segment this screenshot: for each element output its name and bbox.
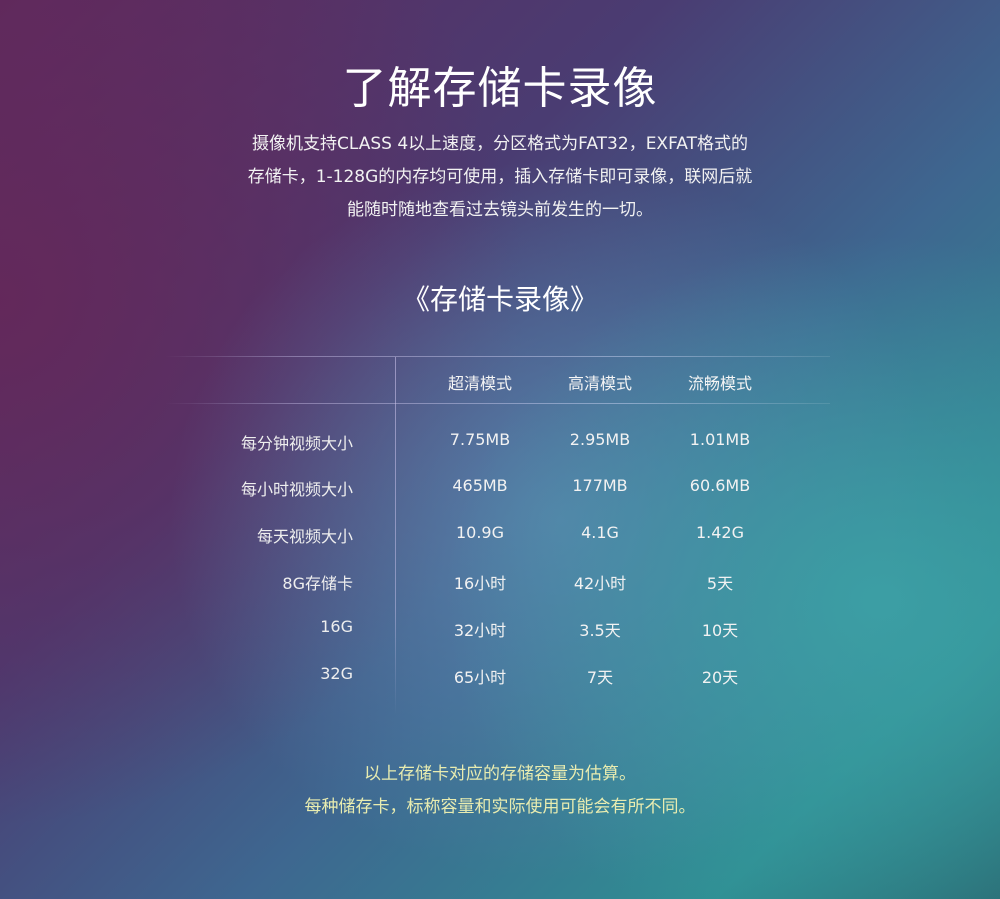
table-cell: 5天 [706, 574, 734, 593]
table-title: 《存储卡录像》 [401, 283, 598, 316]
table-cell: 20天 [701, 668, 739, 687]
table-cell: 465MB [452, 476, 508, 495]
estimate-note: 以上存储卡对应的存储容量为估算。 [364, 764, 636, 784]
table-row: 16G 32小时 3.5天 10天 [0, 617, 1000, 641]
description-line-1: 摄像机支持CLASS 4以上速度，分区格式为FAT32，EXFAT格式的 [251, 134, 748, 154]
table-cell: 10.9G [455, 523, 505, 542]
description-line-3: 能随时随地查看过去镜头前发生的一切。 [347, 200, 653, 220]
column-header-smooth: 流畅模式 [687, 374, 752, 393]
table-cell: 1.42G [695, 523, 745, 542]
row-label: 8G存储卡 [282, 574, 353, 593]
row-label: 32G [320, 664, 353, 683]
table-header-divider [165, 403, 830, 404]
table-cell: 3.5天 [579, 621, 621, 640]
table-cell: 10天 [701, 621, 739, 640]
table-cell: 60.6MB [689, 476, 751, 495]
table-row: 32G 65小时 7天 20天 [0, 664, 1000, 688]
table-cell: 32小时 [453, 621, 507, 640]
table-row: 每分钟视频大小 7.75MB 2.95MB 1.01MB [0, 430, 1000, 454]
row-label: 每小时视频大小 [240, 480, 353, 499]
table-cell: 7.75MB [449, 430, 511, 449]
column-header-ultra: 超清模式 [447, 374, 512, 393]
table-row: 每小时视频大小 465MB 177MB 60.6MB [0, 476, 1000, 500]
row-label: 16G [320, 617, 353, 636]
table-cell: 16小时 [453, 574, 507, 593]
table-cell: 1.01MB [689, 430, 751, 449]
table-cell: 7天 [586, 668, 614, 687]
row-label: 每分钟视频大小 [240, 434, 353, 453]
description: 摄像机支持CLASS 4以上速度，分区格式为FAT32，EXFAT格式的 存储卡… [0, 128, 1000, 227]
description-line-2: 存储卡，1-128G的内存均可使用，插入存储卡即可录像，联网后就 [247, 167, 753, 187]
page-title: 了解存储卡录像 [342, 63, 658, 114]
table-row: 每天视频大小 10.9G 4.1G 1.42G [0, 523, 1000, 547]
column-header-high: 高清模式 [567, 374, 632, 393]
table-cell: 4.1G [581, 523, 619, 542]
capacity-note: 每种储存卡，标称容量和实际使用可能会有所不同。 [304, 797, 696, 817]
table-cell: 42小时 [573, 574, 627, 593]
table-top-divider [165, 356, 830, 357]
table-cell: 2.95MB [569, 430, 631, 449]
row-label: 每天视频大小 [256, 527, 353, 546]
table-row: 8G存储卡 16小时 42小时 5天 [0, 570, 1000, 594]
table-cell: 65小时 [453, 668, 507, 687]
table-cell: 177MB [572, 476, 628, 495]
